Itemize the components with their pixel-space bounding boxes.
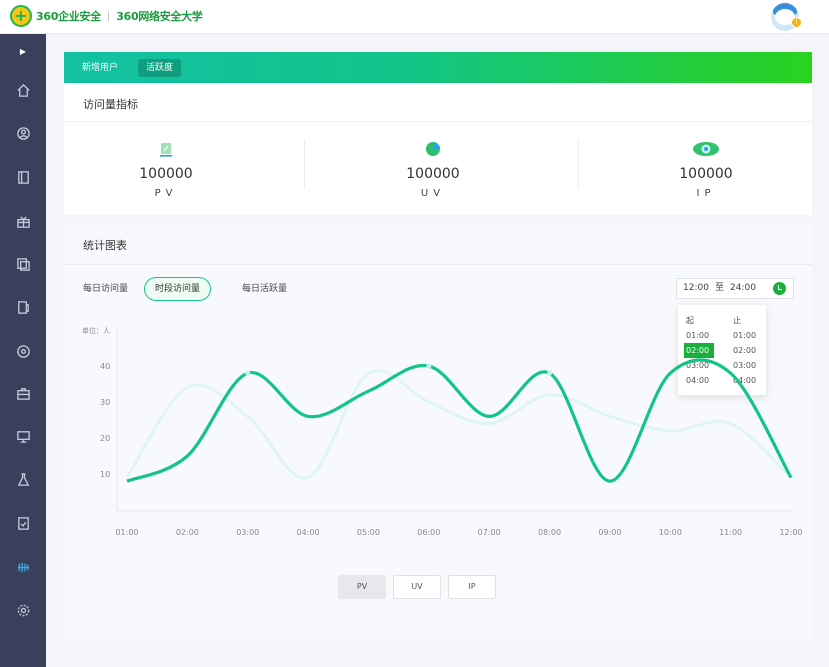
x-tick-label: 03:00 (236, 528, 259, 537)
metric-uv-button[interactable]: UV (393, 575, 441, 599)
y-tick-label: 40 (100, 362, 110, 371)
logo-360-icon: + (10, 5, 32, 27)
gear-icon (17, 604, 29, 616)
time-separator: 至 (715, 283, 725, 293)
sidebar-toggle-icon[interactable]: ▶ (17, 46, 29, 58)
metric-uv-label: UV (420, 188, 446, 199)
time-start: 12:00 (683, 283, 709, 293)
flask-icon (17, 472, 29, 486)
logo-divider: | (106, 10, 111, 22)
metrics-card-title: 访问量指标 (83, 98, 138, 111)
tab-new-users[interactable]: 新增用户 (74, 59, 126, 77)
metrics-card: 访问量指标 100000 PV 100000 UV 100000 IP (64, 83, 812, 215)
document-icon (17, 300, 29, 314)
tab-activity[interactable]: 活跃度 (138, 59, 182, 77)
x-tick-label: 01:00 (115, 528, 138, 537)
sidebar-item-home[interactable] (0, 75, 46, 105)
x-tick-label: 07:00 (478, 528, 501, 537)
time-range-picker[interactable]: 12:00 至 24:00 (676, 278, 794, 299)
uv-icon (426, 142, 440, 156)
sidebar-item-book[interactable] (0, 162, 46, 192)
metric-ip-value: 100000 (679, 166, 733, 182)
chart-card-header: 统计图表 (64, 225, 812, 265)
clock-icon[interactable] (773, 282, 786, 295)
y-tick-label: 10 (100, 470, 110, 479)
metric-pv-value: 100000 (139, 166, 193, 182)
metric-ip-button[interactable]: IP (448, 575, 496, 599)
x-tick-label: 10:00 (659, 528, 682, 537)
sidebar-item-flask[interactable] (0, 464, 46, 494)
copy-icon (16, 257, 30, 271)
tab-header: 新增用户 活跃度 (64, 52, 812, 83)
sidebar-item-monitor[interactable] (0, 421, 46, 451)
segment-hourly-visits[interactable]: 时段访问量 (144, 277, 212, 301)
sidebar-item-gift[interactable] (0, 206, 46, 236)
x-tick-label: 12:00 (779, 528, 802, 537)
x-tick-label: 08:00 (538, 528, 561, 537)
chart-bars-icon (17, 562, 29, 572)
sidebar-item-settings[interactable] (0, 595, 46, 625)
pv-icon (160, 143, 172, 157)
y-tick-label: 20 (100, 434, 110, 443)
x-tick-label: 06:00 (417, 528, 440, 537)
avatar-badge: ! (791, 17, 802, 28)
metric-ip-label: IP (696, 188, 716, 199)
metric-uv-value: 100000 (406, 166, 460, 182)
segment-daily-visits[interactable]: 每日访问量 (72, 277, 139, 301)
logo-university: 360网络安全大学 (116, 10, 203, 23)
x-tick-label: 11:00 (719, 528, 742, 537)
x-tick-label: 09:00 (598, 528, 621, 537)
top-bar: + 360企业安全 | 360网络安全大学 ! (0, 0, 829, 34)
y-unit-label: 单位：人 (82, 326, 110, 335)
hourly-visits-chart: 单位：人 10 20 30 40 01:00 02:00 03:00 04:00 05:00 06:… (82, 326, 803, 537)
metric-pv-label: PV (154, 188, 178, 199)
chart-card-title: 统计图表 (83, 239, 127, 252)
metric-pv-button[interactable]: PV (338, 575, 386, 599)
home-icon (16, 83, 30, 97)
logo-brand: 360企业安全 (36, 10, 101, 23)
user-icon (16, 126, 30, 140)
sidebar: ▶ (0, 34, 46, 667)
sidebar-item-statistics[interactable] (0, 552, 46, 582)
checklist-icon (17, 516, 29, 530)
x-tick-label: 02:00 (176, 528, 199, 537)
compass-icon (16, 344, 30, 358)
sidebar-item-document[interactable] (0, 292, 46, 322)
logo[interactable]: + 360企业安全 | 360网络安全大学 (10, 4, 203, 28)
book-icon (17, 170, 29, 184)
sidebar-item-compass[interactable] (0, 336, 46, 366)
gift-icon (16, 215, 30, 228)
data-point (426, 363, 432, 369)
y-tick-label: 30 (100, 398, 110, 407)
segment-daily-active[interactable]: 每日活跃量 (231, 277, 298, 301)
x-tick-label: 05:00 (357, 528, 380, 537)
time-end: 24:00 (730, 283, 756, 293)
series-line-secondary (125, 369, 793, 480)
briefcase-icon (16, 387, 30, 400)
data-point (245, 370, 251, 376)
sidebar-item-user[interactable] (0, 118, 46, 148)
sidebar-item-briefcase[interactable] (0, 378, 46, 408)
x-tick-label: 04:00 (297, 528, 320, 537)
chart-card: 统计图表 每日访问量 时段访问量 每日活跃量 12:00 至 24:00 起 0… (64, 225, 812, 641)
series-line-primary (126, 358, 793, 483)
sidebar-item-checklist[interactable] (0, 508, 46, 538)
sidebar-item-copy[interactable] (0, 249, 46, 279)
ip-icon (693, 142, 719, 156)
monitor-icon (16, 430, 30, 443)
data-point (546, 370, 553, 376)
